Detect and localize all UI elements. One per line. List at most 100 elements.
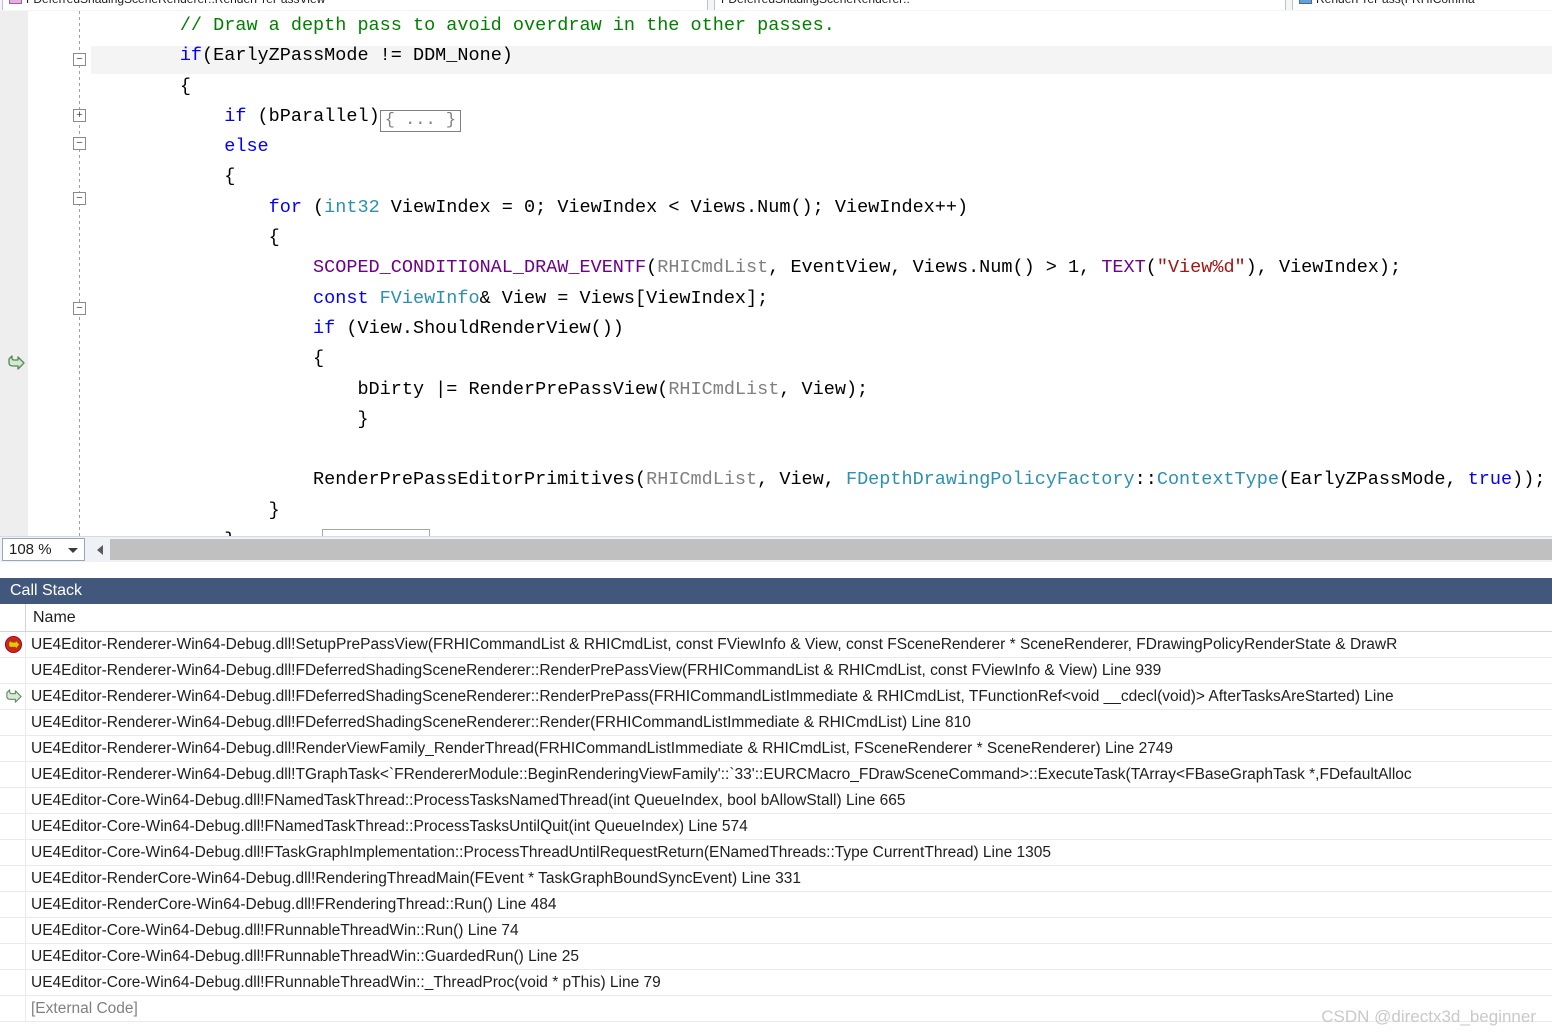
code-line[interactable]: { xyxy=(91,162,1552,192)
table-row[interactable]: UE4Editor-Renderer-Win64-Debug.dll!FDefe… xyxy=(0,710,1552,736)
code-token: FDepthDrawingPolicyFactory xyxy=(845,469,1135,491)
call-stack-frame-label: UE4Editor-Renderer-Win64-Debug.dll!FDefe… xyxy=(31,662,1162,679)
fold-toggle-icon[interactable]: − xyxy=(73,302,86,315)
call-stack-frame-label: UE4Editor-Core-Win64-Debug.dll!FRunnable… xyxy=(31,948,579,965)
code-line[interactable]: { xyxy=(91,72,1552,102)
visual-studio-debug-window: FDeferredShadingSceneRenderer::RenderPre… xyxy=(0,0,1552,1032)
code-token: ContextType xyxy=(1156,469,1279,491)
code-token: } xyxy=(357,408,369,430)
table-row[interactable]: UE4Editor-Core-Win64-Debug.dll!FTaskGrap… xyxy=(0,840,1552,866)
code-token: { xyxy=(179,75,191,97)
row-icon-empty xyxy=(0,944,26,969)
call-stack-arrow-icon xyxy=(0,684,26,709)
code-editor[interactable]: − + − − − // Draw a depth pass to avoid … xyxy=(0,11,1552,536)
code-token: true xyxy=(1467,469,1513,491)
call-stack-frame-label: UE4Editor-Renderer-Win64-Debug.dll!Rende… xyxy=(31,740,1174,757)
editor-fold-margin[interactable] xyxy=(29,11,91,536)
current-statement-breakpoint-icon xyxy=(0,632,26,657)
collapsed-code-block[interactable]: { ... } xyxy=(379,109,462,132)
zoom-level-dropdown[interactable]: 108 % xyxy=(2,538,85,561)
call-stack-panel-title: Call Stack xyxy=(0,578,1552,604)
row-icon-empty xyxy=(0,840,26,865)
code-line[interactable]: if(EarlyZPassMode != DDM_None) xyxy=(91,41,1552,71)
code-token: TEXT xyxy=(1101,257,1146,279)
code-line[interactable] xyxy=(91,435,1552,465)
code-token: RenderPrePassEditorPrimitives( xyxy=(313,469,647,491)
horizontal-scrollbar[interactable] xyxy=(110,539,1552,560)
code-text[interactable]: // Draw a depth pass to avoid overdraw i… xyxy=(91,11,1552,536)
fold-toggle-icon[interactable]: − xyxy=(73,137,86,150)
chevron-down-icon[interactable] xyxy=(68,548,78,553)
zoom-level-value: 108 % xyxy=(9,541,52,558)
code-line[interactable]: if (View.ShouldRenderView()) xyxy=(91,314,1552,344)
table-row[interactable]: UE4Editor-RenderCore-Win64-Debug.dll!FRe… xyxy=(0,892,1552,918)
call-stack-name-column-header[interactable]: Name xyxy=(27,604,1552,631)
editor-indicator-margin[interactable] xyxy=(0,11,29,536)
table-row[interactable]: UE4Editor-Core-Win64-Debug.dll!FRunnable… xyxy=(0,944,1552,970)
code-line[interactable]: } xyxy=(91,496,1552,526)
code-token: (EarlyZPassMode, xyxy=(1278,469,1468,491)
code-line[interactable]: SCOPED_CONDITIONAL_DRAW_EVENTF(RHICmdLis… xyxy=(91,253,1552,283)
code-token: ( xyxy=(301,196,325,218)
table-row[interactable]: UE4Editor-Renderer-Win64-Debug.dll!FDefe… xyxy=(0,658,1552,684)
row-icon-empty xyxy=(0,710,26,735)
code-token: if xyxy=(179,45,203,67)
table-row[interactable]: UE4Editor-Renderer-Win64-Debug.dll!Setup… xyxy=(0,632,1552,658)
code-token: RHICmdList xyxy=(668,378,780,400)
code-token: { xyxy=(224,166,236,188)
code-token: ( xyxy=(646,257,658,279)
code-line[interactable]: } xyxy=(91,526,1552,536)
code-token: if xyxy=(224,105,247,127)
code-token: const xyxy=(313,287,369,309)
code-line[interactable]: for (int32 ViewIndex = 0; ViewIndex < Vi… xyxy=(91,193,1552,223)
code-line[interactable]: bDirty |= RenderPrePassView(RHICmdList, … xyxy=(91,375,1552,405)
caret-left-icon xyxy=(97,545,103,555)
row-icon-empty xyxy=(0,814,26,839)
call-stack-list[interactable]: UE4Editor-Renderer-Win64-Debug.dll!Setup… xyxy=(0,632,1552,1032)
code-token: & View = Views[ViewIndex]; xyxy=(479,287,769,309)
table-row[interactable]: UE4Editor-Core-Win64-Debug.dll!FRunnable… xyxy=(0,970,1552,996)
table-row[interactable]: UE4Editor-Renderer-Win64-Debug.dll!FDefe… xyxy=(0,684,1552,710)
cpp-file-icon xyxy=(1299,0,1312,4)
table-row[interactable]: UE4Editor-Core-Win64-Debug.dll!FRunnable… xyxy=(0,918,1552,944)
code-line[interactable]: RenderPrePassEditorPrimitives(RHICmdList… xyxy=(91,465,1552,495)
editor-tab-0[interactable]: FDeferredShadingSceneRenderer::RenderPre… xyxy=(2,0,708,10)
table-row[interactable]: UE4Editor-Renderer-Win64-Debug.dll!TGrap… xyxy=(0,762,1552,788)
code-token: , View, xyxy=(757,469,846,491)
code-token: :: xyxy=(1134,469,1157,491)
call-stack-arrow-icon[interactable] xyxy=(6,353,26,373)
table-row[interactable]: UE4Editor-Core-Win64-Debug.dll!FNamedTas… xyxy=(0,788,1552,814)
table-row[interactable]: UE4Editor-Renderer-Win64-Debug.dll!Rende… xyxy=(0,736,1552,762)
table-row[interactable]: [External Code] xyxy=(0,996,1552,1022)
code-line[interactable]: if (bParallel){ ... } xyxy=(91,102,1552,132)
editor-tab-strip: FDeferredShadingSceneRenderer::RenderPre… xyxy=(0,0,1552,11)
code-token: ( xyxy=(1145,257,1157,279)
call-stack-frame-label: UE4Editor-Renderer-Win64-Debug.dll!FDefe… xyxy=(31,688,1394,705)
table-row[interactable]: UE4Editor-RenderCore-Win64-Debug.dll!Ren… xyxy=(0,866,1552,892)
editor-status-strip: 108 % xyxy=(0,536,1552,562)
code-line[interactable]: else xyxy=(91,132,1552,162)
code-token: , View); xyxy=(779,378,869,400)
code-line[interactable]: } xyxy=(91,405,1552,435)
fold-expand-icon[interactable]: + xyxy=(73,109,86,122)
call-stack-frame-label: UE4Editor-Core-Win64-Debug.dll!FRunnable… xyxy=(31,974,661,991)
code-token: RHICmdList xyxy=(646,469,758,491)
call-stack-frame-label: UE4Editor-RenderCore-Win64-Debug.dll!FRe… xyxy=(31,896,557,913)
call-stack-frame-label: UE4Editor-Core-Win64-Debug.dll!FNamedTas… xyxy=(31,818,748,835)
call-stack-frame-label: UE4Editor-Renderer-Win64-Debug.dll!Setup… xyxy=(31,636,1398,653)
row-icon-empty xyxy=(0,658,26,683)
code-line[interactable]: { xyxy=(91,223,1552,253)
code-line[interactable]: const FViewInfo& View = Views[ViewIndex]… xyxy=(91,284,1552,314)
cpp-file-icon xyxy=(9,0,22,4)
code-line[interactable]: // Draw a depth pass to avoid overdraw i… xyxy=(91,11,1552,41)
code-token: { xyxy=(313,348,325,370)
code-line[interactable]: { xyxy=(91,344,1552,374)
table-row[interactable]: UE4Editor-Core-Win64-Debug.dll!FNamedTas… xyxy=(0,814,1552,840)
editor-tab-2[interactable]: RenderPrePass(FRHIComma xyxy=(1292,0,1552,10)
row-icon-empty xyxy=(0,996,26,1021)
scroll-left-button[interactable] xyxy=(93,539,109,560)
fold-toggle-icon[interactable]: − xyxy=(73,53,86,66)
fold-toggle-icon[interactable]: − xyxy=(73,192,86,205)
horizontal-scrollbar-thumb[interactable] xyxy=(110,539,1552,560)
editor-tab-1[interactable]: FDeferredShadingSceneRenderer:: xyxy=(714,0,1286,10)
